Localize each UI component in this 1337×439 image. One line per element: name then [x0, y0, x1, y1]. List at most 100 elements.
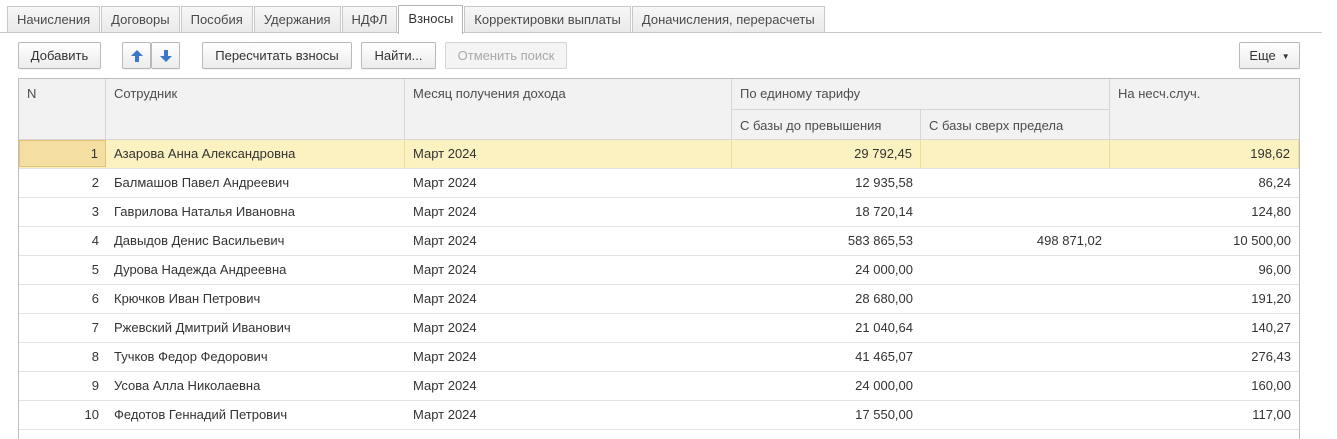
table-row[interactable]: 8 Тучков Федор Федорович Март 2024 41 465,0… — [19, 343, 1299, 372]
cell-income-month: Март 2024 — [413, 204, 477, 219]
table-row[interactable]: 4 Давыдов Денис Васильевич Март 2024 583 86… — [19, 227, 1299, 256]
tab-bar: Начисления Договоры Пособия Удержания НД… — [7, 5, 826, 34]
table-row[interactable]: 5 Дурова Надежда Андреевна Март 2024 24 000… — [19, 256, 1299, 285]
move-up-button[interactable] — [122, 42, 151, 69]
cell-accident-insurance: 86,24 — [1258, 175, 1291, 190]
cell-base-below-limit: 17 550,00 — [855, 407, 913, 422]
cell-n: 3 — [91, 204, 99, 219]
cell-n: 2 — [91, 175, 99, 190]
arrow-up-icon — [130, 50, 143, 62]
column-income-month[interactable]: Месяц получения дохода — [405, 79, 732, 139]
cell-base-below-limit: 28 680,00 — [855, 291, 913, 306]
cell-employee: Крючков Иван Петрович — [114, 291, 261, 306]
column-base-above-limit[interactable]: С базы сверх предела — [921, 109, 1110, 139]
cell-base-above-limit — [921, 343, 1110, 371]
cell-employee: Азарова Анна Александровна — [106, 140, 405, 168]
cell-base-above-limit — [921, 314, 1110, 342]
table-row[interactable]: 10 Федотов Геннадий Петрович Март 2024 17 5… — [19, 401, 1299, 430]
cell-n: 5 — [91, 262, 99, 277]
cell-employee: Ржевский Дмитрий Иванович — [114, 320, 291, 335]
cell-income-month: Март 2024 — [413, 320, 477, 335]
cell-employee: Федотов Геннадий Петрович — [114, 407, 288, 422]
cell-base-below-limit: 29 792,45 — [732, 140, 921, 168]
cell-n: 10 — [84, 407, 99, 422]
cell-base-below-limit: 12 935,58 — [855, 175, 913, 190]
cell-income-month: Март 2024 — [405, 140, 732, 168]
cell-employee: Балмашов Павел Андреевич — [114, 175, 290, 190]
cell-n: 7 — [91, 320, 99, 335]
find-button[interactable]: Найти... — [361, 42, 436, 69]
cell-n: 8 — [91, 349, 99, 364]
more-menu-button[interactable]: Еще ▼ — [1239, 42, 1300, 69]
cell-base-above-limit — [921, 198, 1110, 226]
cell-base-above-limit: 498 871,02 — [1036, 233, 1102, 248]
cancel-search-button[interactable]: Отменить поиск — [445, 42, 567, 69]
cell-base-below-limit: 583 865,53 — [847, 233, 913, 248]
column-employee[interactable]: Сотрудник — [106, 79, 405, 139]
cell-income-month: Март 2024 — [413, 378, 477, 393]
chevron-down-icon: ▼ — [1281, 52, 1290, 61]
cell-base-above-limit — [921, 285, 1110, 313]
cell-accident-insurance: 140,27 — [1251, 320, 1291, 335]
cell-income-month: Март 2024 — [413, 175, 477, 190]
cell-income-month: Март 2024 — [413, 233, 477, 248]
cell-base-above-limit — [921, 256, 1110, 284]
table-row[interactable]: 9 Усова Алла Николаевна Март 2024 24 000,00… — [19, 372, 1299, 401]
cell-base-above-limit — [921, 372, 1110, 400]
table-row[interactable]: 7 Ржевский Дмитрий Иванович Март 2024 21 04… — [19, 314, 1299, 343]
cell-base-below-limit: 18 720,14 — [855, 204, 913, 219]
tab-bar-divider — [0, 32, 1337, 33]
cell-income-month: Март 2024 — [413, 407, 477, 422]
column-base-below-limit[interactable]: С базы до превышения — [732, 109, 921, 139]
cell-employee: Давыдов Денис Васильевич — [114, 233, 285, 248]
contributions-table: N Сотрудник Месяц получения дохода По ед… — [18, 78, 1300, 439]
cell-accident-insurance: 96,00 — [1258, 262, 1291, 277]
cell-employee: Усова Алла Николаевна — [114, 378, 261, 393]
tab-payment-corrections[interactable]: Корректировки выплаты — [464, 6, 631, 33]
table-row[interactable]: 6 Крючков Иван Петрович Март 2024 28 680,00… — [19, 285, 1299, 314]
recalculate-contributions-button[interactable]: Пересчитать взносы — [202, 42, 352, 69]
tab-benefits[interactable]: Пособия — [180, 6, 253, 33]
cell-accident-insurance: 276,43 — [1251, 349, 1291, 364]
page-margin — [1322, 0, 1337, 439]
tab-contributions[interactable]: Взносы — [398, 5, 464, 34]
cell-base-above-limit — [921, 169, 1110, 197]
move-down-button[interactable] — [151, 42, 180, 69]
cell-base-above-limit — [921, 401, 1110, 429]
tab-contracts[interactable]: Договоры — [101, 6, 180, 33]
column-accident-insurance[interactable]: На несч.случ. — [1110, 79, 1299, 139]
cell-accident-insurance: 117,00 — [1252, 407, 1291, 422]
cell-employee: Тучков Федор Федорович — [114, 349, 268, 364]
cell-employee: Дурова Надежда Андреевна — [114, 262, 287, 277]
tab-deductions[interactable]: Удержания — [253, 6, 341, 33]
cell-accident-insurance: 198,62 — [1110, 140, 1299, 168]
tab-ndfl[interactable]: НДФЛ — [341, 6, 398, 33]
tab-recalculations[interactable]: Доначисления, перерасчеты — [631, 6, 825, 33]
add-button[interactable]: Добавить — [18, 42, 101, 69]
cell-income-month: Март 2024 — [413, 291, 477, 306]
cell-base-below-limit: 24 000,00 — [855, 378, 913, 393]
table-row[interactable]: 1 Азарова Анна Александровна Март 2024 29 7… — [19, 140, 1299, 169]
cell-accident-insurance: 160,00 — [1251, 378, 1291, 393]
cell-accident-insurance: 124,80 — [1251, 204, 1291, 219]
cell-base-below-limit: 24 000,00 — [855, 262, 913, 277]
table-row[interactable]: 2 Балмашов Павел Андреевич Март 2024 12 935… — [19, 169, 1299, 198]
cell-employee: Гаврилова Наталья Ивановна — [114, 204, 295, 219]
cell-base-above-limit — [921, 140, 1110, 168]
table-header: N Сотрудник Месяц получения дохода По ед… — [19, 79, 1299, 140]
cell-base-below-limit: 21 040,64 — [855, 320, 913, 335]
cell-accident-insurance: 191,20 — [1251, 291, 1291, 306]
cell-n: 9 — [91, 378, 99, 393]
table-row[interactable]: 3 Гаврилова Наталья Ивановна Март 2024 18 7… — [19, 198, 1299, 227]
tab-accruals[interactable]: Начисления — [7, 6, 101, 33]
cell-income-month: Март 2024 — [413, 349, 477, 364]
arrow-down-icon — [159, 50, 172, 62]
cell-base-below-limit: 41 465,07 — [855, 349, 913, 364]
column-n[interactable]: N — [19, 79, 106, 139]
cell-n: 4 — [91, 233, 99, 248]
more-label: Еще — [1249, 48, 1276, 63]
column-group-unified-tariff: По единому тарифу — [732, 79, 1110, 109]
cell-n: 1 — [19, 140, 106, 167]
cell-income-month: Март 2024 — [413, 262, 477, 277]
cell-accident-insurance: 10 500,00 — [1233, 233, 1291, 248]
